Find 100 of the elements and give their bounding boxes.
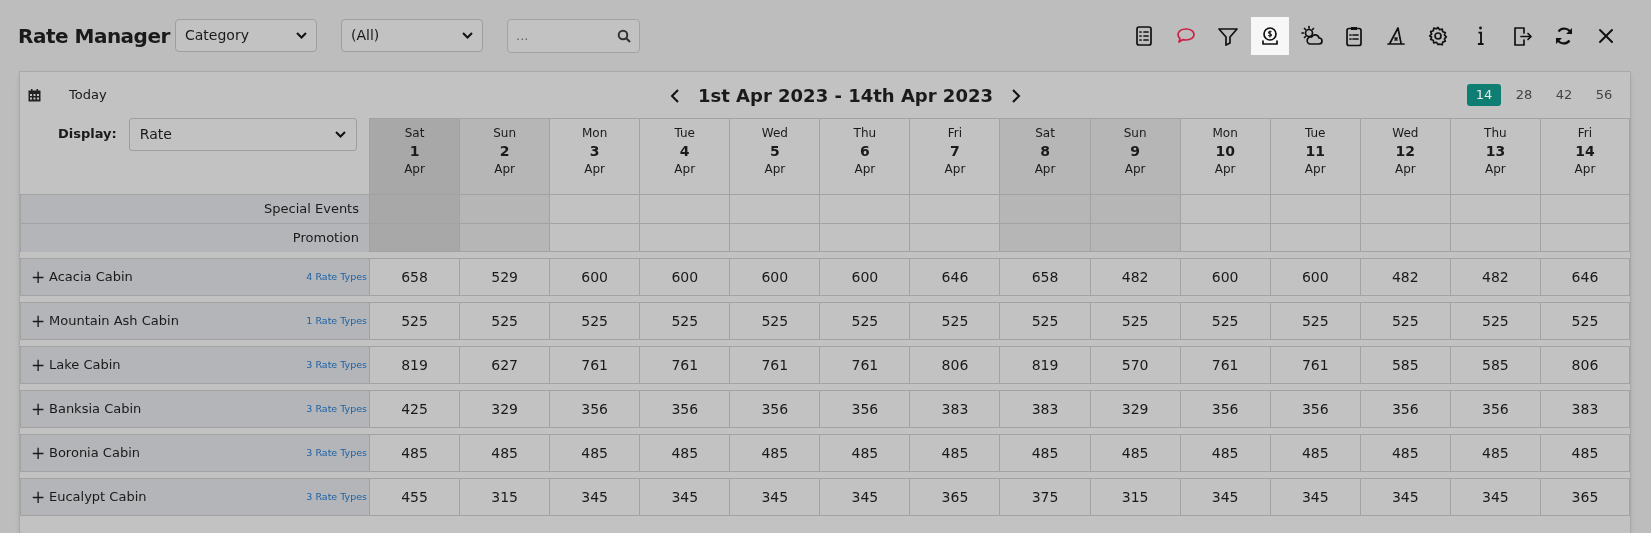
previous-button[interactable] bbox=[670, 87, 680, 104]
rate-cell[interactable]: 485 bbox=[1089, 435, 1180, 472]
rate-cell[interactable]: 345 bbox=[639, 479, 730, 516]
rate-cell[interactable]: 383 bbox=[1539, 391, 1630, 428]
dropdown[interactable]: (All) bbox=[341, 19, 483, 52]
rate-cell[interactable]: 485 bbox=[549, 435, 640, 472]
rate-cell[interactable]: 345 bbox=[1179, 479, 1270, 516]
period-button[interactable]: 28 bbox=[1507, 84, 1541, 106]
expand-button[interactable]: + bbox=[30, 356, 46, 374]
rate-cell[interactable]: 600 bbox=[1269, 259, 1360, 296]
search-field[interactable]: ... bbox=[507, 18, 640, 53]
rate-cell[interactable]: 525 bbox=[729, 303, 820, 340]
rate-cell[interactable]: 345 bbox=[1359, 479, 1450, 516]
rate-cell[interactable]: 485 bbox=[459, 435, 550, 472]
rate-cell[interactable]: 485 bbox=[1539, 435, 1630, 472]
rate-cell[interactable]: 356 bbox=[639, 391, 730, 428]
rate-cell[interactable]: 425 bbox=[369, 391, 460, 428]
rate-cell[interactable]: 365 bbox=[1539, 479, 1630, 516]
rate-cell[interactable]: 345 bbox=[729, 479, 820, 516]
rate-cell[interactable]: 806 bbox=[1539, 347, 1630, 384]
rate-cell[interactable]: 525 bbox=[999, 303, 1090, 340]
display-dropdown[interactable]: Rate bbox=[128, 118, 357, 151]
rate-cell[interactable]: 485 bbox=[909, 435, 1000, 472]
rate-cell[interactable]: 627 bbox=[459, 347, 550, 384]
rate-cell[interactable]: 329 bbox=[459, 391, 550, 428]
rate-cell[interactable]: 600 bbox=[549, 259, 640, 296]
rate-cell[interactable]: 315 bbox=[459, 479, 550, 516]
rate-cell[interactable]: 525 bbox=[1539, 303, 1630, 340]
rate-cell[interactable]: 485 bbox=[729, 435, 820, 472]
rate-cell[interactable]: 356 bbox=[729, 391, 820, 428]
rate-cell[interactable]: 529 bbox=[459, 259, 550, 296]
rate-cell[interactable]: 600 bbox=[1179, 259, 1270, 296]
rate-cell[interactable]: 600 bbox=[639, 259, 730, 296]
rate-cell[interactable]: 345 bbox=[1269, 479, 1360, 516]
rate-cell[interactable]: 525 bbox=[1089, 303, 1180, 340]
rate-cell[interactable]: 356 bbox=[1269, 391, 1360, 428]
expand-button[interactable]: + bbox=[30, 488, 46, 506]
rate-cell[interactable]: 585 bbox=[1449, 347, 1540, 384]
rate-cell[interactable]: 525 bbox=[1179, 303, 1270, 340]
rate-cell[interactable]: 819 bbox=[999, 347, 1090, 384]
rate-cell[interactable]: 525 bbox=[369, 303, 460, 340]
rate-cell[interactable]: 570 bbox=[1089, 347, 1180, 384]
period-button[interactable]: 14 bbox=[1467, 84, 1501, 106]
rate-cell[interactable]: 383 bbox=[999, 391, 1090, 428]
next-button[interactable] bbox=[1010, 87, 1021, 104]
rate-cell[interactable]: 761 bbox=[639, 347, 730, 384]
rate-cell[interactable]: 761 bbox=[729, 347, 820, 384]
expand-button[interactable]: + bbox=[30, 444, 46, 462]
rate-cell[interactable]: 345 bbox=[1449, 479, 1540, 516]
rate-cell[interactable]: 806 bbox=[909, 347, 1000, 384]
rate-cell[interactable]: 485 bbox=[1449, 435, 1540, 472]
rate-cell[interactable]: 356 bbox=[819, 391, 910, 428]
rate-cell[interactable]: 525 bbox=[819, 303, 910, 340]
period-button[interactable]: 56 bbox=[1587, 84, 1621, 106]
rate-cell[interactable]: 315 bbox=[1089, 479, 1180, 516]
rate-cell[interactable]: 761 bbox=[1269, 347, 1360, 384]
rate-cell[interactable]: 525 bbox=[1449, 303, 1540, 340]
rate-cell[interactable]: 356 bbox=[1179, 391, 1270, 428]
rate-cell[interactable]: 600 bbox=[819, 259, 910, 296]
rate-cell[interactable]: 356 bbox=[1359, 391, 1450, 428]
rate-cell[interactable]: 525 bbox=[1359, 303, 1450, 340]
rate-cell[interactable]: 485 bbox=[369, 435, 460, 472]
toolbar-button[interactable] bbox=[1251, 16, 1289, 55]
rate-cell[interactable]: 485 bbox=[1179, 435, 1270, 472]
dropdown[interactable]: Category bbox=[175, 19, 317, 52]
rate-cell[interactable]: 525 bbox=[639, 303, 730, 340]
rate-cell[interactable]: 658 bbox=[369, 259, 460, 296]
expand-button[interactable]: + bbox=[30, 400, 46, 418]
rate-cell[interactable]: 365 bbox=[909, 479, 1000, 516]
rate-cell[interactable]: 345 bbox=[549, 479, 640, 516]
rate-cell[interactable]: 329 bbox=[1089, 391, 1180, 428]
rate-cell[interactable]: 482 bbox=[1449, 259, 1540, 296]
rate-cell[interactable]: 383 bbox=[909, 391, 1000, 428]
rate-cell[interactable]: 525 bbox=[459, 303, 550, 340]
rate-cell[interactable]: 646 bbox=[909, 259, 1000, 296]
rate-cell[interactable]: 375 bbox=[999, 479, 1090, 516]
rate-cell[interactable]: 761 bbox=[819, 347, 910, 384]
rate-cell[interactable]: 485 bbox=[999, 435, 1090, 472]
rate-cell[interactable]: 485 bbox=[639, 435, 730, 472]
rate-cell[interactable]: 600 bbox=[729, 259, 820, 296]
rate-cell[interactable]: 525 bbox=[549, 303, 640, 340]
expand-button[interactable]: + bbox=[30, 312, 46, 330]
rate-cell[interactable]: 658 bbox=[999, 259, 1090, 296]
rate-cell[interactable]: 356 bbox=[1449, 391, 1540, 428]
rate-cell[interactable]: 761 bbox=[549, 347, 640, 384]
rate-cell[interactable]: 482 bbox=[1089, 259, 1180, 296]
rate-cell[interactable]: 482 bbox=[1359, 259, 1450, 296]
rate-cell[interactable]: 485 bbox=[1269, 435, 1360, 472]
rate-cell[interactable]: 525 bbox=[1269, 303, 1360, 340]
rate-cell[interactable]: 345 bbox=[819, 479, 910, 516]
rate-cell[interactable]: 455 bbox=[369, 479, 460, 516]
period-button[interactable]: 42 bbox=[1547, 84, 1581, 106]
rate-cell[interactable]: 485 bbox=[1359, 435, 1450, 472]
today-button[interactable]: Today bbox=[69, 85, 107, 105]
expand-button[interactable]: + bbox=[30, 268, 46, 286]
rate-cell[interactable]: 485 bbox=[819, 435, 910, 472]
rate-cell[interactable]: 819 bbox=[369, 347, 460, 384]
rate-cell[interactable]: 585 bbox=[1359, 347, 1450, 384]
rate-cell[interactable]: 356 bbox=[549, 391, 640, 428]
rate-cell[interactable]: 646 bbox=[1539, 259, 1630, 296]
